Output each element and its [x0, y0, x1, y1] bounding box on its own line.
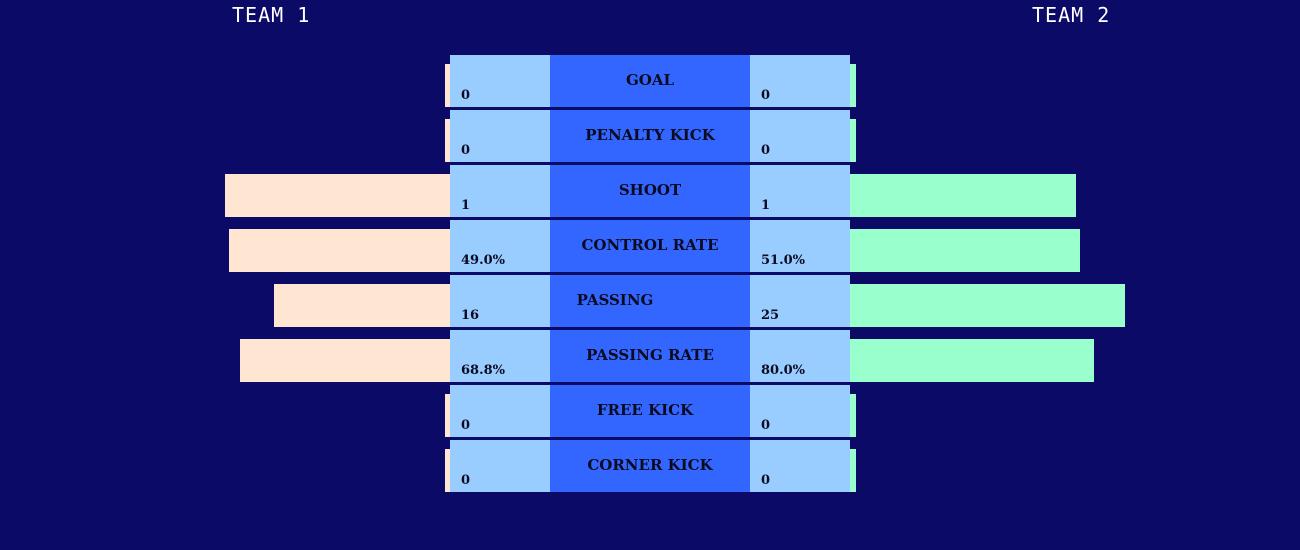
stat-label-cell: PASSING [550, 275, 750, 327]
team-2-bar [850, 119, 856, 162]
team-1-value-cell: 0 [450, 385, 550, 437]
team-2-value-cell: 80.0% [750, 330, 850, 382]
team-2-bar [850, 64, 856, 107]
team-1-value: 49.0% [461, 253, 506, 268]
team-1-value-cell: 49.0% [450, 220, 550, 272]
team-2-value: 25 [761, 308, 780, 323]
stat-row-corner-kick: 0 CORNER KICK 0 [0, 440, 1300, 492]
stat-label-cell: CONTROL RATE [550, 220, 750, 272]
stat-label: GOAL [625, 71, 675, 89]
team-2-value-cell: 0 [750, 55, 850, 107]
stat-label-cell: PASSING RATE [550, 330, 750, 382]
stat-row-goal: 0 GOAL 0 [0, 55, 1300, 107]
stat-label-cell: CORNER KICK [550, 440, 750, 492]
team-2-value: 0 [761, 473, 771, 488]
team-2-value-cell: 0 [750, 385, 850, 437]
stat-label-cell: SHOOT [550, 165, 750, 217]
team-1-value: 0 [461, 143, 471, 158]
stat-row-free-kick: 0 FREE KICK 0 [0, 385, 1300, 437]
stat-label-cell: FREE KICK [550, 385, 750, 437]
stat-label-cell: GOAL [550, 55, 750, 107]
team-2-value: 1 [761, 198, 771, 213]
team-1-value-cell: 1 [450, 165, 550, 217]
team-2-bar [850, 174, 1076, 217]
team-1-value-cell: 0 [450, 55, 550, 107]
team-1-value: 16 [461, 308, 480, 323]
team-2-value: 0 [761, 88, 771, 103]
team-2-value: 51.0% [761, 253, 806, 268]
team-2-label: TEAM 2 [1032, 3, 1111, 27]
team-1-value: 0 [461, 88, 471, 103]
team-1-bar [274, 284, 450, 327]
stat-row-passing: 16 PASSING 25 [0, 275, 1300, 327]
team-2-bar [850, 449, 856, 492]
team-1-bar [225, 174, 450, 217]
team-2-bar [850, 339, 1094, 382]
team-1-value-cell: 68.8% [450, 330, 550, 382]
stat-row-passing-rate: 68.8% PASSING RATE 80.0% [0, 330, 1300, 382]
stat-row-shoot: 1 SHOOT 1 [0, 165, 1300, 217]
team-1-value: 0 [461, 418, 471, 433]
team-2-bar [850, 394, 856, 437]
team-2-bar [850, 229, 1080, 272]
team-2-value-cell: 0 [750, 440, 850, 492]
team-1-bar [229, 229, 450, 272]
team-1-label: TEAM 1 [232, 3, 311, 27]
team-2-value-cell: 1 [750, 165, 850, 217]
stat-label: FREE KICK [596, 401, 694, 419]
team-2-value-cell: 25 [750, 275, 850, 327]
team-1-value: 68.8% [461, 363, 506, 378]
team-2-value: 0 [761, 143, 771, 158]
team-2-value-cell: 51.0% [750, 220, 850, 272]
stat-label: PASSING [576, 291, 654, 309]
stat-label: PASSING RATE [586, 346, 714, 364]
team-2-value: 0 [761, 418, 771, 433]
stat-label: CORNER KICK [587, 456, 713, 474]
team-1-bar [240, 339, 450, 382]
stat-label: PENALTY KICK [585, 126, 715, 144]
team-1-value: 1 [461, 198, 471, 213]
stat-row-control-rate: 49.0% CONTROL RATE 51.0% [0, 220, 1300, 272]
stat-label-cell: PENALTY KICK [550, 110, 750, 162]
stat-label: CONTROL RATE [581, 236, 719, 254]
team-1-value: 0 [461, 473, 471, 488]
team-1-value-cell: 0 [450, 110, 550, 162]
stat-row-penalty-kick: 0 PENALTY KICK 0 [0, 110, 1300, 162]
team-2-value-cell: 0 [750, 110, 850, 162]
team-2-value: 80.0% [761, 363, 806, 378]
stat-label: SHOOT [618, 181, 682, 199]
team-2-bar [850, 284, 1125, 327]
team-1-value-cell: 0 [450, 440, 550, 492]
